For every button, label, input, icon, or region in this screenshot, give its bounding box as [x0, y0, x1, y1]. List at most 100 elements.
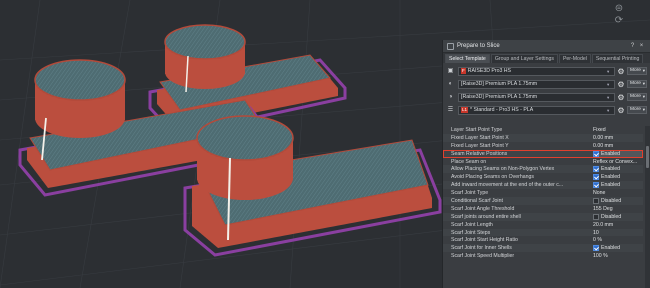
setting-value[interactable]: 155 Deg — [593, 206, 643, 212]
setting-row[interactable]: Scarf Joint Speed Multiplier 100 % — [443, 252, 643, 260]
refresh-icon[interactable]: ⟳ — [612, 14, 626, 28]
setting-value[interactable]: 20.0 mm — [593, 222, 643, 228]
setting-value[interactable]: Enabled — [593, 245, 643, 252]
preset-selectors: ▣ F RAISE3D Pro3 HS ▾ ⚙ More ◐ [Raise3D]… — [443, 63, 650, 118]
setting-row[interactable]: Scarf Joint Steps 10 — [443, 228, 643, 237]
gear-icon[interactable]: ⚙ — [615, 106, 627, 115]
setting-row[interactable]: Fixed Layer Start Point X 0.00 mm — [443, 133, 643, 142]
tab-per-model[interactable]: Per-Model — [558, 54, 591, 63]
right-filament-preset-select[interactable]: [Raise3D] Premium PLA 1.75mm ▾ — [458, 92, 615, 102]
more-button[interactable]: More — [627, 106, 647, 114]
setting-value[interactable]: 0.00 mm — [593, 143, 643, 149]
setting-row[interactable]: Scarf Joint Type None — [443, 189, 643, 197]
scrollbar-thumb[interactable] — [646, 146, 649, 168]
settings-scrollbar[interactable] — [645, 126, 650, 288]
tab-group-and-layer-settings[interactable]: Group and Layer Settings — [490, 54, 558, 63]
setting-value-text: 100 % — [593, 253, 608, 260]
setting-row[interactable]: Layer Start Point Type Fixed — [443, 126, 643, 134]
layers-icon: ☰ — [447, 106, 454, 113]
setting-label: Conditional Scarf Joint — [451, 197, 503, 204]
setting-label: Scarf Joint for Inner Shells — [451, 245, 512, 252]
gear-icon[interactable]: ⚙ — [615, 93, 627, 102]
slice-icon — [447, 42, 454, 50]
panel-title: Prepare to Slice — [457, 43, 500, 49]
raise3d-logo-icon: F — [461, 68, 466, 74]
left-filament-preset-select[interactable]: [Raise3D] Premium PLA 1.75mm ▾ — [458, 79, 615, 89]
setting-value-text: 0 % — [593, 237, 602, 244]
setting-value[interactable]: Disabled — [593, 197, 643, 204]
setting-checkbox[interactable] — [593, 182, 599, 189]
printer-preset-row: ▣ F RAISE3D Pro3 HS ▾ ⚙ More — [446, 65, 647, 77]
left-filament-preset-row: ◐ [Raise3D] Premium PLA 1.75mm ▾ ⚙ More — [446, 78, 647, 90]
profile-preset-value: * Standard - Pro3 HS - PLA — [470, 106, 534, 113]
setting-row[interactable]: Avoid Placing Seams on Overhangs Enabled — [443, 173, 643, 181]
setting-row[interactable]: Add inward movement at the end of the ou… — [443, 181, 643, 190]
close-button[interactable]: × — [637, 43, 646, 49]
setting-value[interactable]: Disabled — [593, 213, 643, 220]
more-button[interactable]: More — [627, 80, 647, 88]
tab-sequential-printing[interactable]: Sequential Printing — [591, 54, 644, 63]
setting-label: Allow Placing Seams on Non-Polygon Verte… — [451, 166, 555, 173]
printer-preset-select[interactable]: F RAISE3D Pro3 HS ▾ — [458, 66, 615, 76]
more-button[interactable]: More — [627, 93, 647, 101]
setting-row[interactable]: Place Seam on Reflex or Convex... — [443, 158, 643, 166]
gear-icon[interactable]: ⚙ — [615, 67, 627, 76]
chevron-down-icon: ▾ — [607, 81, 610, 87]
setting-label: Avoid Placing Seams on Overhangs — [451, 174, 534, 181]
more-button[interactable]: More — [627, 67, 647, 75]
setting-value-text: 0.00 mm — [593, 134, 614, 141]
setting-label: Scarf joints around entire shell — [451, 213, 521, 220]
setting-label: Scarf Joint Length — [451, 221, 493, 228]
setting-label: Scarf Joint Speed Multiplier — [451, 253, 515, 260]
setting-value[interactable]: None — [593, 190, 643, 196]
setting-value[interactable]: Enabled — [593, 166, 643, 173]
setting-checkbox[interactable] — [593, 245, 599, 252]
setting-checkbox[interactable] — [593, 174, 599, 181]
setting-row[interactable]: Scarf Joint Length 20.0 mm — [443, 221, 643, 229]
setting-label: Layer Start Point Type — [451, 126, 503, 133]
setting-checkbox[interactable] — [593, 166, 599, 173]
setting-row[interactable]: Fixed Layer Start Point Y 0.00 mm — [443, 142, 643, 150]
setting-row[interactable]: Allow Placing Seams on Non-Polygon Verte… — [443, 165, 643, 174]
setting-value[interactable]: Enabled — [593, 182, 643, 189]
setting-value[interactable]: Reflex or Convex... — [593, 159, 643, 165]
setting-value[interactable]: Fixed — [593, 127, 643, 133]
chevron-down-icon: ▾ — [607, 107, 610, 113]
help-button[interactable]: ? — [628, 43, 637, 49]
setting-label: Scarf Joint Angle Threshold — [451, 205, 515, 212]
setting-checkbox[interactable] — [593, 197, 599, 204]
setting-row[interactable]: Scarf Joint Angle Threshold 155 Deg — [443, 205, 643, 213]
setting-value-text: 155 Deg — [593, 205, 613, 212]
setting-value[interactable]: 0 % — [593, 237, 643, 243]
model-front[interactable] — [183, 115, 442, 257]
setting-value[interactable]: Enabled — [593, 174, 643, 181]
setting-value-text: None — [593, 190, 606, 197]
setting-value-text: 20.0 mm — [593, 221, 614, 228]
setting-label: Place Seam on — [451, 158, 487, 165]
panel-titlebar[interactable]: Prepare to Slice ? × — [443, 40, 650, 53]
tab-select-template[interactable]: Select Template — [445, 54, 490, 63]
setting-row[interactable]: Scarf joints around entire shell Disabled — [443, 212, 643, 221]
setting-value-text: Enabled — [601, 245, 621, 252]
setting-label: Fixed Layer Start Point X — [451, 134, 509, 141]
setting-row[interactable]: Conditional Scarf Joint Disabled — [443, 197, 643, 205]
setting-value-text: Enabled — [601, 166, 621, 173]
setting-label: Scarf Joint Start Height Ratio — [451, 237, 518, 244]
setting-row[interactable]: Scarf Joint for Inner Shells Enabled — [443, 244, 643, 253]
gear-icon[interactable]: ⚙ — [615, 80, 627, 89]
setting-value-text: Disabled — [601, 197, 622, 204]
setting-value[interactable]: 0.00 mm — [593, 135, 643, 141]
setting-checkbox[interactable] — [593, 213, 599, 220]
right-filament-preset-row: ◑ [Raise3D] Premium PLA 1.75mm ▾ ⚙ More — [446, 91, 647, 103]
setting-value-text: Reflex or Convex... — [593, 158, 638, 165]
setting-value[interactable]: 100 % — [593, 253, 643, 259]
setting-value[interactable]: Enabled — [593, 150, 643, 157]
setting-row[interactable]: Scarf Joint Start Height Ratio 0 % — [443, 236, 643, 244]
setting-value-text: Disabled — [601, 213, 622, 220]
setting-value[interactable]: 10 — [593, 230, 643, 236]
setting-value-text: Fixed — [593, 126, 606, 133]
setting-label: Scarf Joint Type — [451, 190, 489, 197]
profile-preset-select[interactable]: L1 * Standard - Pro3 HS - PLA ▾ — [458, 105, 615, 115]
setting-checkbox[interactable] — [593, 150, 599, 157]
setting-row[interactable]: Seam Relative Positions Enabled — [443, 149, 643, 158]
